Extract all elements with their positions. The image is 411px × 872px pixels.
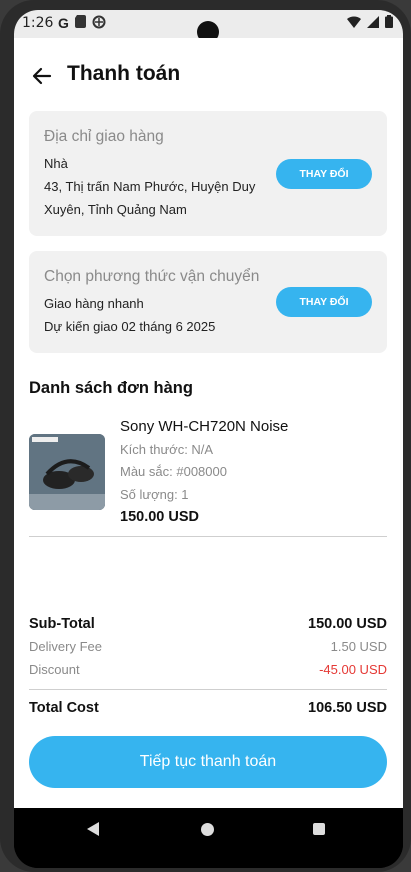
product-thumbnail xyxy=(29,434,105,510)
phone-frame: 1:26 G Thanh toán Địa chỉ giao hàng Nhà … xyxy=(0,0,411,872)
status-time: 1:26 xyxy=(22,15,54,31)
page-title: Thanh toán xyxy=(67,62,181,85)
product-quantity: Số lượng: 1 xyxy=(120,487,189,502)
product-color: Màu sắc: #008000 xyxy=(120,464,227,479)
delivery-fee-value: 1.50 USD xyxy=(330,639,387,654)
nav-back-icon[interactable] xyxy=(87,822,99,836)
continue-payment-button[interactable]: Tiếp tục thanh toán xyxy=(29,736,387,788)
summary-divider xyxy=(29,689,387,690)
subtotal-row: Sub-Total 150.00 USD xyxy=(29,616,387,636)
sd-card-icon xyxy=(74,15,86,28)
battery-icon xyxy=(385,15,393,28)
wifi-icon xyxy=(347,15,361,28)
address-line-2: Xuyên, Tỉnh Quảng Nam xyxy=(44,202,187,217)
status-bar: 1:26 G xyxy=(14,10,403,43)
status-left-icons: G xyxy=(58,15,106,31)
product-name: Sony WH-CH720N Noise xyxy=(120,418,289,435)
google-icon: G xyxy=(58,15,69,31)
shipping-method-title: Chọn phương thức vận chuyển xyxy=(44,268,260,285)
shipping-address-title: Địa chỉ giao hàng xyxy=(44,128,164,145)
order-divider xyxy=(29,536,387,537)
change-address-button[interactable]: THAY ĐỔI xyxy=(276,159,372,189)
delivery-fee-label: Delivery Fee xyxy=(29,639,102,654)
address-label: Nhà xyxy=(44,156,68,171)
system-nav-bar xyxy=(14,808,403,868)
nav-home-icon[interactable] xyxy=(201,823,214,836)
subtotal-label: Sub-Total xyxy=(29,616,95,632)
back-arrow-icon[interactable] xyxy=(30,64,54,88)
discount-label: Discount xyxy=(29,662,80,677)
total-row: Total Cost 106.50 USD xyxy=(29,700,387,720)
shipping-eta: Dự kiến giao 02 tháng 6 2025 xyxy=(44,319,216,334)
data-saver-icon xyxy=(92,15,106,29)
product-price: 150.00 USD xyxy=(120,509,199,525)
checkout-page: Thanh toán Địa chỉ giao hàng Nhà 43, Thị… xyxy=(14,38,403,808)
list-item[interactable]: Sony WH-CH720N Noise Kích thước: N/A Màu… xyxy=(29,410,387,536)
shipping-address-card: Địa chỉ giao hàng Nhà 43, Thị trấn Nam P… xyxy=(29,111,387,236)
subtotal-value: 150.00 USD xyxy=(308,616,387,632)
app-header: Thanh toán xyxy=(14,50,403,100)
order-list-title: Danh sách đơn hàng xyxy=(29,379,193,397)
total-value: 106.50 USD xyxy=(308,700,387,716)
shipping-method-name: Giao hàng nhanh xyxy=(44,296,144,311)
product-size: Kích thước: N/A xyxy=(120,442,214,457)
delivery-fee-row: Delivery Fee 1.50 USD xyxy=(29,639,387,659)
discount-value: -45.00 USD xyxy=(319,662,387,677)
address-line-1: 43, Thị trấn Nam Phước, Huyện Duy xyxy=(44,179,256,194)
headphones-image xyxy=(29,434,105,510)
signal-icon xyxy=(367,15,379,28)
status-right-icons xyxy=(347,15,393,28)
screen: 1:26 G Thanh toán Địa chỉ giao hàng Nhà … xyxy=(14,10,403,868)
discount-row: Discount -45.00 USD xyxy=(29,662,387,682)
total-label: Total Cost xyxy=(29,700,99,716)
change-shipping-method-button[interactable]: THAY ĐỔI xyxy=(276,287,372,317)
nav-recents-icon[interactable] xyxy=(313,823,325,835)
shipping-method-card: Chọn phương thức vận chuyển Giao hàng nh… xyxy=(29,251,387,353)
